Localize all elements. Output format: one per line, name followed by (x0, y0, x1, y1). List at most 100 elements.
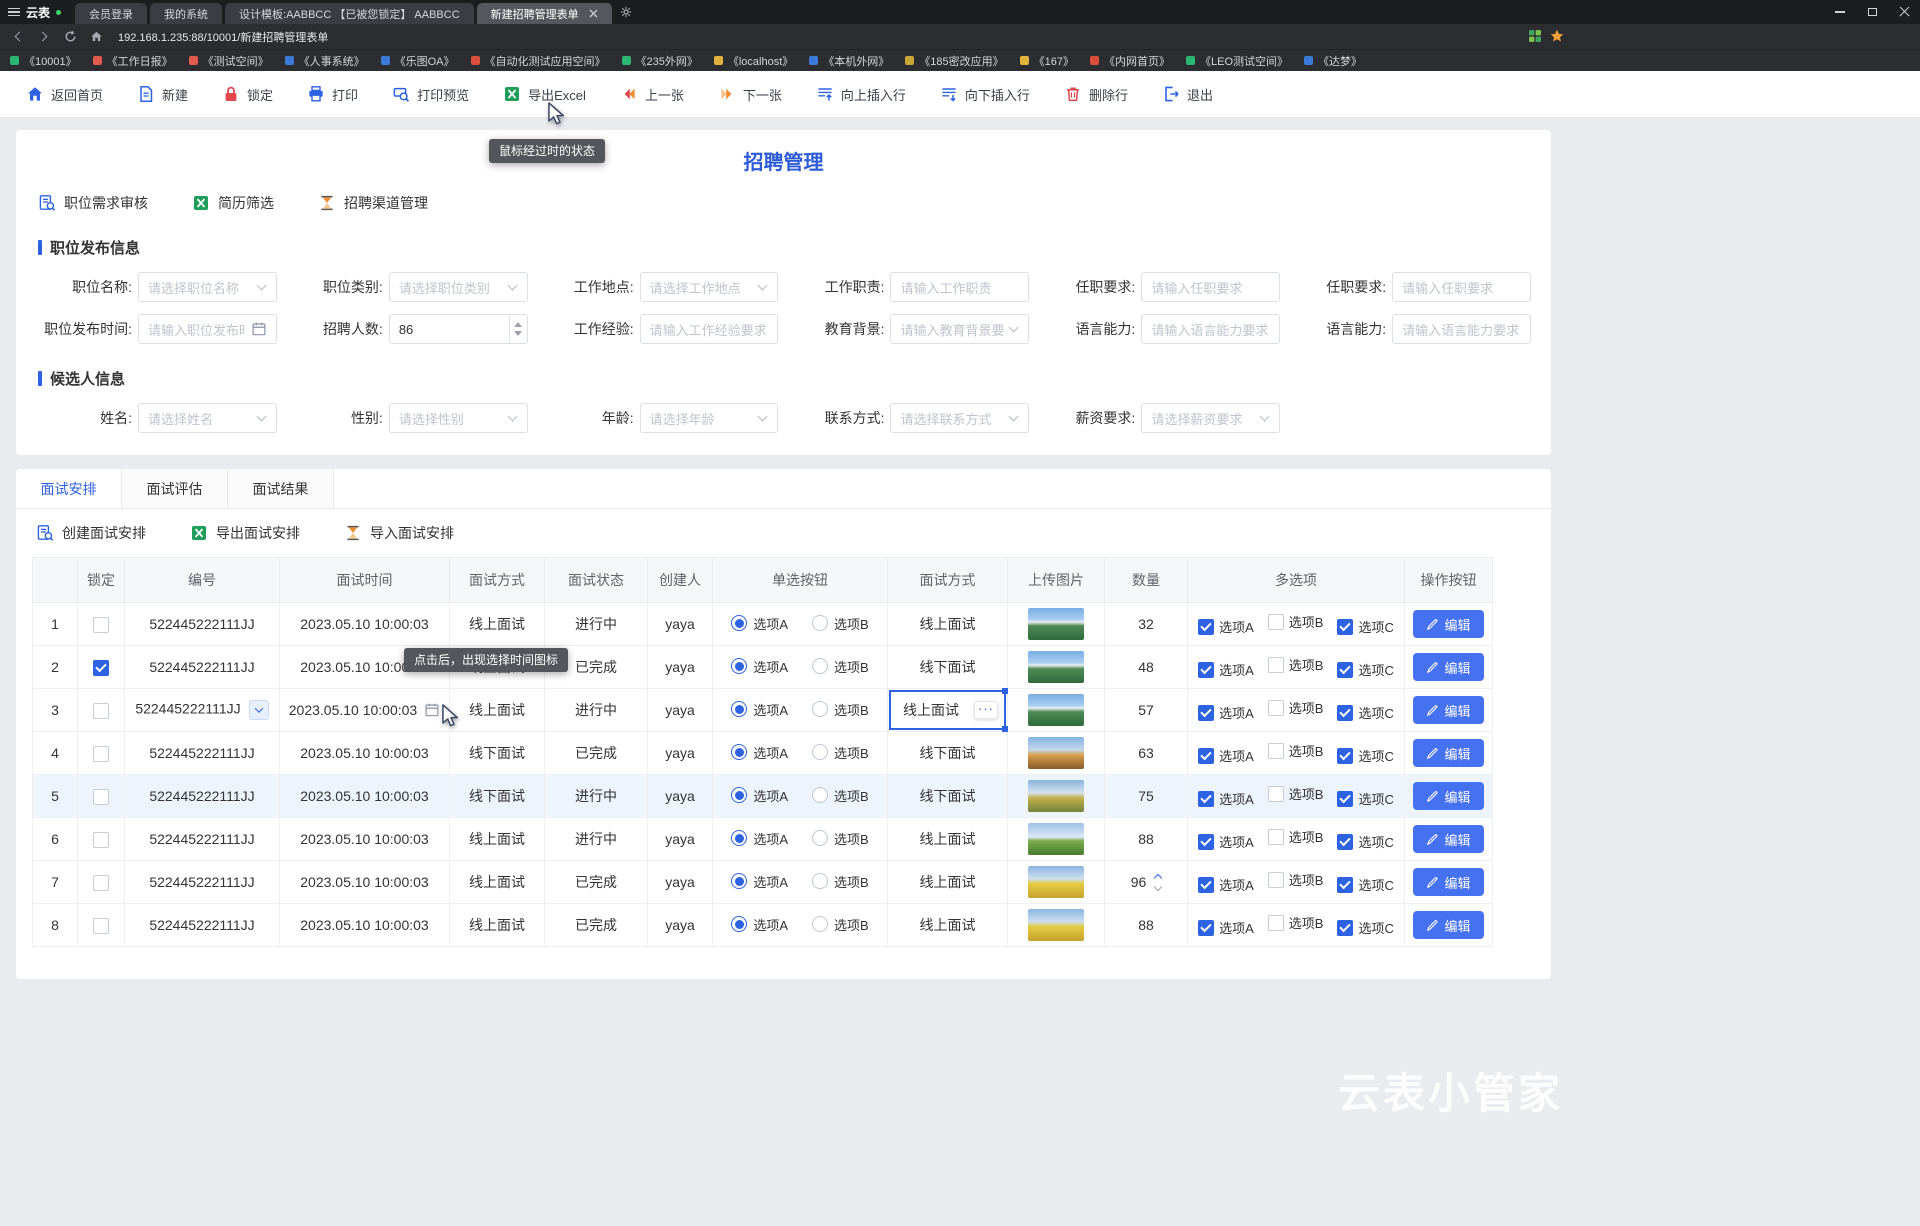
select-field[interactable]: 请选择工作地点 (640, 272, 779, 302)
prev-record-button[interactable]: 上一张 (620, 85, 684, 104)
cell-status[interactable]: 已完成 (545, 904, 648, 947)
cell-status[interactable]: 已完成 (545, 861, 648, 904)
uploaded-image[interactable] (1028, 780, 1084, 812)
cell-method2[interactable]: 线上面试 (888, 818, 1008, 861)
cell-method2[interactable]: 线上面试 (888, 689, 1008, 732)
bookmark-item[interactable]: 《10001》 (10, 53, 77, 69)
cell-id[interactable]: 522445222111JJ (125, 904, 280, 947)
cell-time[interactable]: 2023.05.10 10:00:03 (280, 861, 450, 904)
step-down-icon[interactable] (1154, 882, 1162, 890)
radio-option[interactable]: 选项B (812, 700, 869, 719)
cell-qty[interactable]: 75 (1105, 775, 1188, 818)
select-field[interactable]: 请选择薪资要求 (1141, 403, 1280, 433)
cell-time[interactable]: 2023.05.10 10:00:03 (280, 732, 450, 775)
edit-button[interactable]: 编辑 (1413, 868, 1483, 896)
cell-image[interactable] (1008, 904, 1105, 947)
checkbox-option[interactable]: 选项A (1198, 918, 1254, 937)
bookmark-item[interactable]: 《工作日报》 (93, 53, 173, 69)
cell-lock[interactable] (78, 646, 125, 689)
radio-option[interactable]: 选项B (812, 743, 869, 762)
lock-checkbox[interactable] (93, 832, 109, 848)
cell-id[interactable]: 522445222111JJ (125, 689, 280, 732)
radio-option[interactable]: 选项B (812, 872, 869, 891)
radio-option[interactable]: 选项A (731, 657, 788, 676)
bookmark-item[interactable]: 《自动化测试应用空间》 (471, 53, 606, 69)
bookmark-item[interactable]: 《达梦》 (1304, 53, 1362, 69)
cell-image[interactable] (1008, 861, 1105, 904)
edit-button[interactable]: 编辑 (1413, 911, 1483, 939)
cell-image[interactable] (1008, 818, 1105, 861)
tab-close-icon[interactable] (589, 9, 598, 18)
edit-button[interactable]: 编辑 (1413, 610, 1483, 638)
uploaded-image[interactable] (1028, 823, 1084, 855)
new-button[interactable]: 新建 (137, 85, 188, 104)
page-action[interactable]: 简历筛选 (192, 193, 274, 213)
cell-time[interactable]: 2023.05.10 10:00:03 (280, 818, 450, 861)
checkbox-option[interactable]: 选项C (1337, 789, 1393, 808)
cell-id[interactable]: 522445222111JJ (125, 732, 280, 775)
cell-qty[interactable]: 63 (1105, 732, 1188, 775)
cell-method[interactable]: 线上面试 (450, 818, 545, 861)
radio-option[interactable]: 选项A (731, 786, 788, 805)
bookmark-item[interactable]: 《内网首页》 (1090, 53, 1170, 69)
select-field[interactable]: 请选择职位类别 (389, 272, 528, 302)
page-action[interactable]: 招聘渠道管理 (318, 193, 428, 213)
select-field[interactable]: 请选择职位名称 (138, 272, 277, 302)
minimize-button[interactable] (1824, 0, 1856, 24)
app-logo[interactable]: 云表 (8, 4, 61, 21)
lock-checkbox[interactable] (93, 617, 109, 633)
cell-method2[interactable]: 线下面试 (888, 646, 1008, 689)
checkbox-option[interactable]: 选项A (1198, 746, 1254, 765)
cell-status[interactable]: 已完成 (545, 732, 648, 775)
edit-button[interactable]: 编辑 (1413, 653, 1483, 681)
checkbox-option[interactable]: 选项B (1268, 655, 1324, 674)
cell-qty[interactable]: 96 (1105, 861, 1188, 904)
cell-creator[interactable]: yaya (648, 904, 713, 947)
cell-qty[interactable]: 88 (1105, 818, 1188, 861)
radio-option[interactable]: 选项B (812, 829, 869, 848)
radio-option[interactable]: 选项A (731, 743, 788, 762)
checkbox-option[interactable]: 选项A (1198, 617, 1254, 636)
cell-status[interactable]: 进行中 (545, 775, 648, 818)
checkbox-option[interactable]: 选项B (1268, 612, 1324, 631)
interview-action[interactable]: 创建面试安排 (36, 523, 146, 543)
delete-row-button[interactable]: 删除行 (1064, 85, 1128, 104)
bookmark-item[interactable]: 《LEO测试空间》 (1186, 53, 1288, 69)
cell-image[interactable] (1008, 646, 1105, 689)
select-field[interactable]: 请选择姓名 (138, 403, 277, 433)
cell-id[interactable]: 522445222111JJ (125, 603, 280, 646)
extensions-icon[interactable] (1528, 29, 1542, 46)
cell-actions[interactable]: 编辑 (1405, 603, 1493, 646)
text-field[interactable]: 请输入任职要求 (1141, 272, 1280, 302)
lock-checkbox[interactable] (93, 703, 109, 719)
radio-option[interactable]: 选项A (731, 829, 788, 848)
browser-tab[interactable]: 会员登录 (75, 3, 147, 24)
cell-lock[interactable] (78, 689, 125, 732)
checkbox-option[interactable]: 选项A (1198, 660, 1254, 679)
select-field[interactable]: 请选择性别 (389, 403, 528, 433)
radio-option[interactable]: 选项A (731, 700, 788, 719)
uploaded-image[interactable] (1028, 866, 1084, 898)
bookmark-item[interactable]: 《本机外网》 (809, 53, 889, 69)
cell-status[interactable]: 进行中 (545, 603, 648, 646)
exit-button[interactable]: 退出 (1162, 85, 1213, 104)
checkbox-option[interactable]: 选项A (1198, 832, 1254, 851)
cell-method[interactable]: 线上面试 (450, 603, 545, 646)
checkbox-option[interactable]: 选项C (1337, 746, 1393, 765)
checkbox-option[interactable]: 选项A (1198, 875, 1254, 894)
cell-method[interactable]: 线上面试 (450, 904, 545, 947)
cell-creator[interactable]: yaya (648, 861, 713, 904)
close-button[interactable] (1888, 0, 1920, 24)
insert-row-above-button[interactable]: 向上插入行 (816, 85, 906, 104)
cell-image[interactable] (1008, 775, 1105, 818)
cell-creator[interactable]: yaya (648, 732, 713, 775)
interview-tab[interactable]: 面试评估 (122, 469, 228, 508)
cell-image[interactable] (1008, 732, 1105, 775)
bookmark-item[interactable]: 《人事系统》 (285, 53, 365, 69)
uploaded-image[interactable] (1028, 608, 1084, 640)
cell-method[interactable]: 线上面试 (450, 861, 545, 904)
cell-actions[interactable]: 编辑 (1405, 646, 1493, 689)
radio-option[interactable]: 选项B (812, 786, 869, 805)
back-icon[interactable] (10, 29, 26, 45)
text-field[interactable]: 请输入语言能力要求 (1141, 314, 1280, 344)
